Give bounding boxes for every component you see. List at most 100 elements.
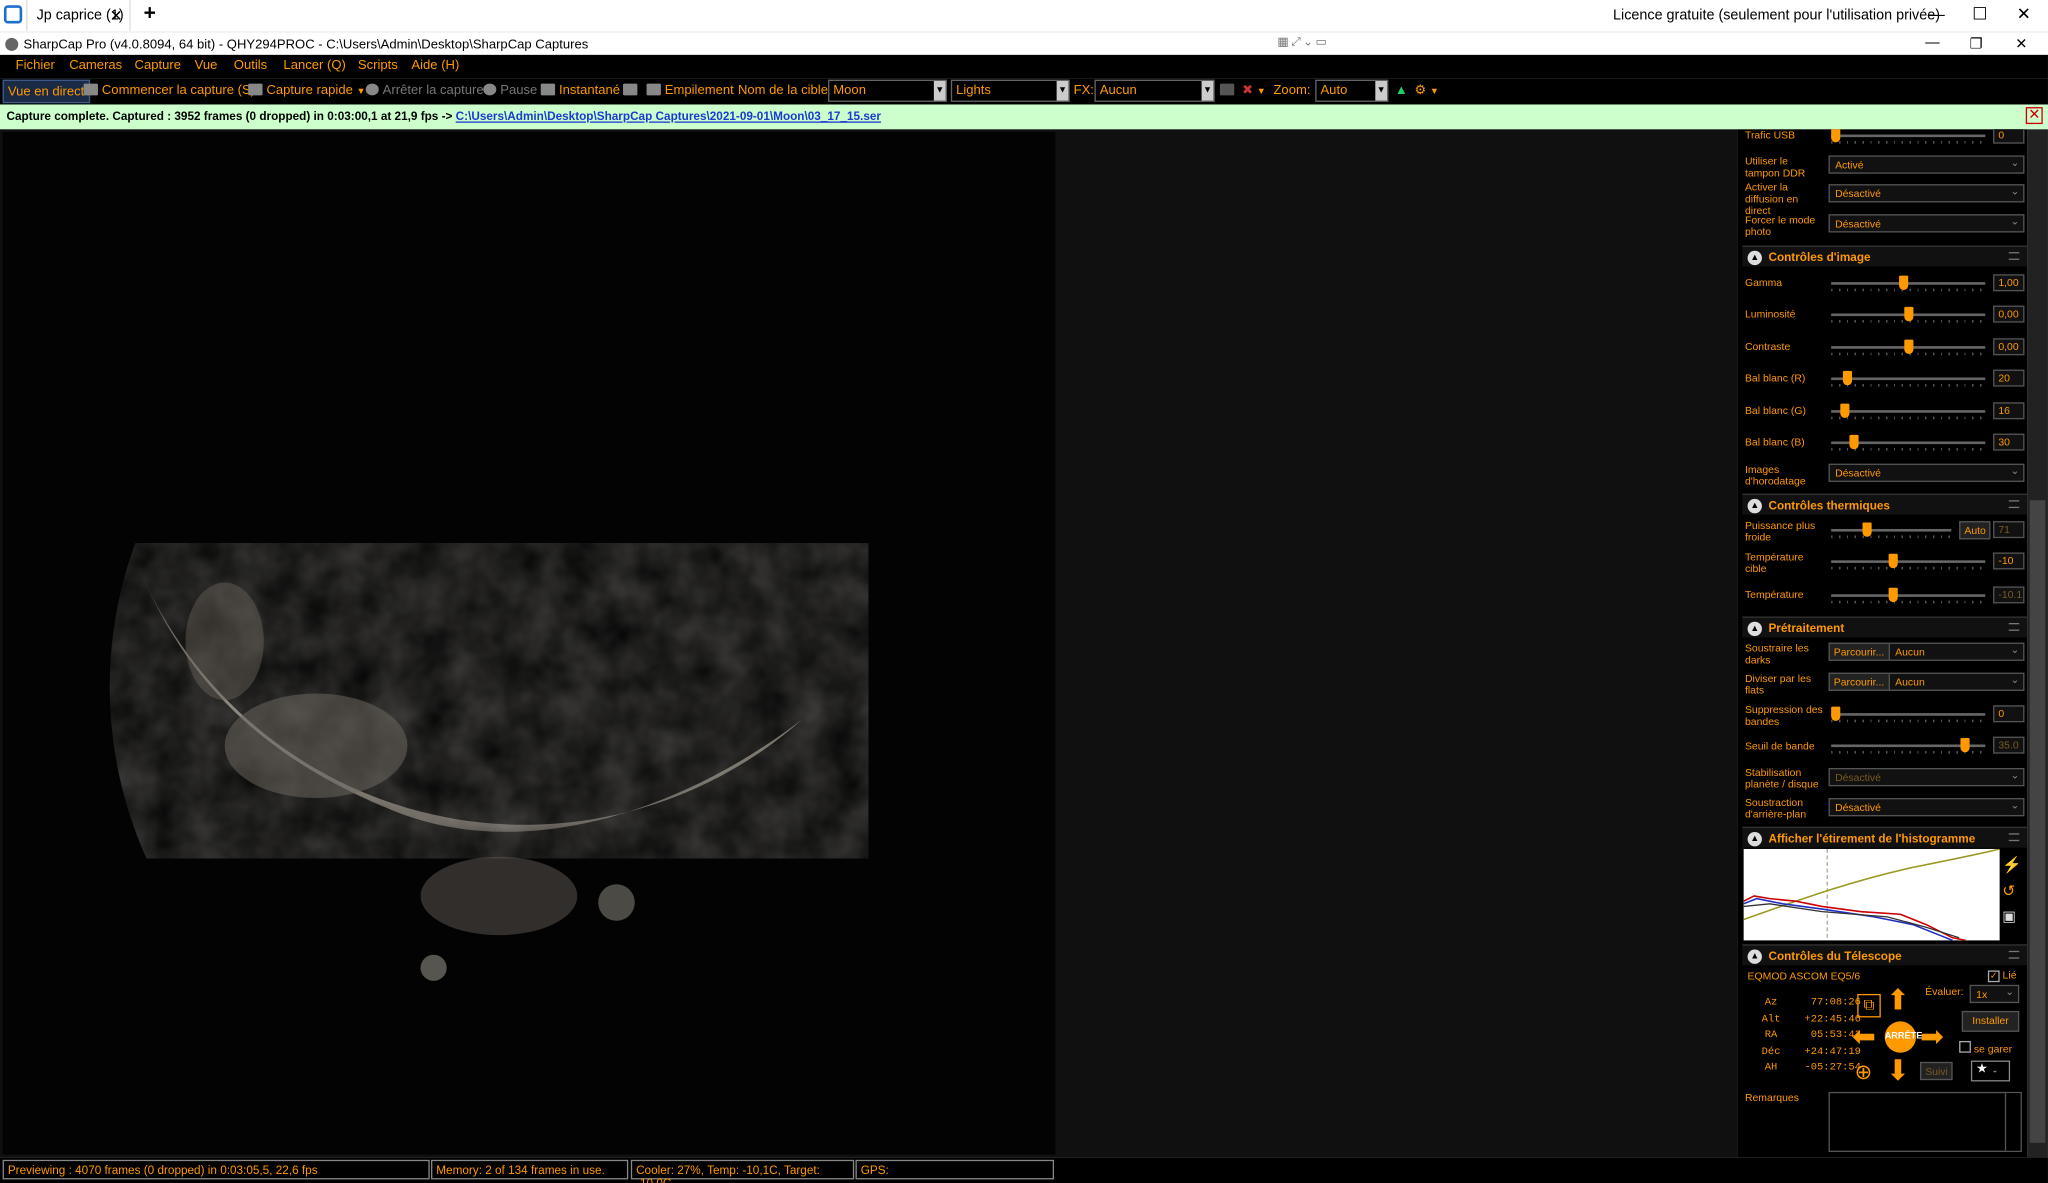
menu-icon[interactable] xyxy=(2008,623,2020,631)
image-viewport[interactable] xyxy=(0,129,1738,1158)
image-control-value[interactable]: 20 xyxy=(1993,369,2025,387)
section-telescope[interactable]: ▲ Contrôles du Télescope xyxy=(1742,944,2028,966)
park-checkbox[interactable]: se garer xyxy=(1959,1040,2012,1055)
menu-icon[interactable] xyxy=(2008,950,2020,959)
image-control-value[interactable]: 0,00 xyxy=(1993,305,2025,323)
histogram-icon[interactable]: ▲ xyxy=(1395,84,1408,98)
close-icon[interactable]: ✕ xyxy=(110,7,123,25)
capture-file-link[interactable]: C:\Users\Admin\Desktop\SharpCap Captures… xyxy=(456,110,881,123)
target-temp-slider[interactable] xyxy=(1831,553,1986,570)
remote-tab[interactable]: Jp caprice (1) ✕ xyxy=(26,0,131,32)
fx-select[interactable]: Aucun ▼ xyxy=(1094,79,1215,102)
reticle-icon[interactable] xyxy=(1219,83,1238,98)
collapse-icon[interactable]: ▲ xyxy=(1747,498,1762,514)
settings-icon[interactable]: ⚙ ▼ xyxy=(1415,84,1439,98)
quick-capture-button[interactable]: Capture rapide ▼ xyxy=(248,83,366,98)
stop-button[interactable]: ARRÊTE xyxy=(1884,1021,1922,1053)
notes-scrollbar[interactable] xyxy=(2004,1093,2021,1151)
cooler-auto-button[interactable]: Auto xyxy=(1959,521,1992,540)
stop-capture-button[interactable]: Arrêter la capture xyxy=(365,83,484,98)
image-control-value[interactable]: 16 xyxy=(1993,402,2025,420)
cooler-power-value[interactable]: 71 xyxy=(1993,521,2025,539)
frame-type-select[interactable]: Lights ▼ xyxy=(950,79,1070,102)
crosshair-icon[interactable]: ✖ ▼ xyxy=(1242,84,1266,98)
section-image-controls[interactable]: ▲ Contrôles d'image xyxy=(1742,245,2028,267)
maximize-icon[interactable]: ☐ xyxy=(1972,4,1987,25)
darks-select[interactable]: Aucun ⌄ xyxy=(1888,642,2025,661)
browse-flats-button[interactable]: Parcourir... xyxy=(1828,672,1890,691)
menu-vue[interactable]: Vue xyxy=(195,59,218,73)
menu-icon[interactable] xyxy=(2008,833,2020,842)
app-close-icon[interactable]: ✕ xyxy=(2015,35,2027,53)
collapse-icon[interactable]: ▲ xyxy=(1747,621,1762,637)
collapse-icon[interactable]: ▲ xyxy=(1747,949,1762,964)
usb-traffic-slider[interactable] xyxy=(1831,129,1986,144)
menu-icon[interactable] xyxy=(2008,252,2020,260)
histogram-chart[interactable] xyxy=(1743,848,2000,942)
close-icon[interactable]: ✕ xyxy=(2025,107,2043,125)
section-thermal-controls[interactable]: ▲ Contrôles thermiques xyxy=(1742,493,2028,515)
stabilization-select[interactable]: Désactivé ⌄ xyxy=(1828,767,2025,787)
stretch-icon[interactable]: ⚡ xyxy=(2002,855,2022,873)
notes-textarea[interactable] xyxy=(1828,1091,2022,1152)
bg-subtraction-select[interactable]: Désactivé ⌄ xyxy=(1828,798,2025,817)
image-control-value[interactable]: 0,00 xyxy=(1993,338,2025,356)
section-preprocessing[interactable]: ▲ Prétraitement xyxy=(1742,616,2028,638)
install-button[interactable]: Installer xyxy=(1961,1010,2020,1032)
banding-value[interactable]: 0 xyxy=(1993,705,2025,723)
image-control-value[interactable]: 1,00 xyxy=(1993,274,2025,292)
linked-checkbox[interactable]: ✓ Lié xyxy=(1987,969,2017,983)
live-view-button[interactable]: Vue en direct xyxy=(2,79,90,104)
app-restore-icon[interactable]: ❐ xyxy=(1970,35,1983,53)
save-icon[interactable]: ▣ xyxy=(2002,908,2016,925)
flats-select[interactable]: Aucun ⌄ xyxy=(1888,672,2025,691)
arrow-right-icon[interactable]: ➡ xyxy=(1920,1022,1944,1052)
image-control-slider[interactable] xyxy=(1831,275,1986,292)
snapshot-button[interactable]: Instantané xyxy=(540,83,620,98)
image-control-slider[interactable] xyxy=(1831,434,1986,451)
band-threshold-value[interactable]: 35.0 xyxy=(1993,736,2025,754)
stack-settings-icon[interactable] xyxy=(623,83,641,98)
new-tab-button[interactable]: + xyxy=(144,3,156,27)
star-icon[interactable]: ★ ⌄ xyxy=(1970,1060,2011,1082)
target-name-select[interactable]: Moon ▼ xyxy=(828,79,947,102)
target-temp-value[interactable]: -10 xyxy=(1993,552,2025,570)
goto-icon[interactable]: ⧉ xyxy=(1857,993,1881,1018)
reset-icon[interactable]: ↺ xyxy=(2002,882,2015,900)
track-button[interactable]: Suivi xyxy=(1919,1061,1954,1081)
menu-scripts[interactable]: Scripts xyxy=(358,59,398,73)
eval-select[interactable]: 1x ⌄ xyxy=(1969,984,2020,1004)
menu-fichier[interactable]: Fichier xyxy=(16,59,55,73)
panel-scrollbar[interactable] xyxy=(2027,129,2048,1158)
photo-mode-select[interactable]: Désactivé ⌄ xyxy=(1828,214,2025,233)
image-control-slider[interactable] xyxy=(1831,339,1986,356)
collapse-icon[interactable]: ▲ xyxy=(1747,831,1762,847)
stacking-button[interactable]: Empilement xyxy=(646,83,734,98)
scrollbar-thumb[interactable] xyxy=(2029,500,2046,1143)
section-histogram[interactable]: ▲ Afficher l'étirement de l'histogramme xyxy=(1742,826,2028,848)
target-icon[interactable]: ⊕ xyxy=(1855,1059,1873,1085)
timestamp-select[interactable]: Désactivé ⌄ xyxy=(1828,463,2025,482)
arrow-up-icon[interactable]: ⬆ xyxy=(1886,985,1910,1015)
usb-traffic-value[interactable]: 0 xyxy=(1993,129,2025,144)
app-minimize-icon[interactable]: — xyxy=(1925,35,1939,51)
image-control-slider[interactable] xyxy=(1831,306,1986,323)
collapse-icon[interactable]: ▲ xyxy=(1747,250,1762,266)
menu-aide[interactable]: Aide (H) xyxy=(411,59,459,73)
remote-controls-icon[interactable]: ▦⤢⌄▭ xyxy=(1277,35,1350,51)
close-window-icon[interactable]: ✕ xyxy=(2017,4,2031,25)
browse-darks-button[interactable]: Parcourir... xyxy=(1828,642,1890,661)
menu-capture[interactable]: Capture xyxy=(135,59,181,73)
zoom-select[interactable]: Auto ▼ xyxy=(1315,79,1389,102)
menu-cameras[interactable]: Cameras xyxy=(69,59,122,73)
minimize-icon[interactable]: — xyxy=(1928,4,1945,24)
menu-icon[interactable] xyxy=(2008,500,2020,509)
banding-slider[interactable] xyxy=(1831,706,1986,723)
image-control-slider[interactable] xyxy=(1831,403,1986,420)
menu-lancer[interactable]: Lancer (Q) xyxy=(283,59,345,73)
band-threshold-slider[interactable] xyxy=(1831,737,1986,754)
arrow-left-icon[interactable]: ⬅ xyxy=(1852,1022,1876,1052)
image-control-value[interactable]: 30 xyxy=(1993,433,2025,451)
cooler-power-slider[interactable] xyxy=(1831,522,1952,539)
start-capture-button[interactable]: Commencer la capture (S) xyxy=(83,83,255,98)
